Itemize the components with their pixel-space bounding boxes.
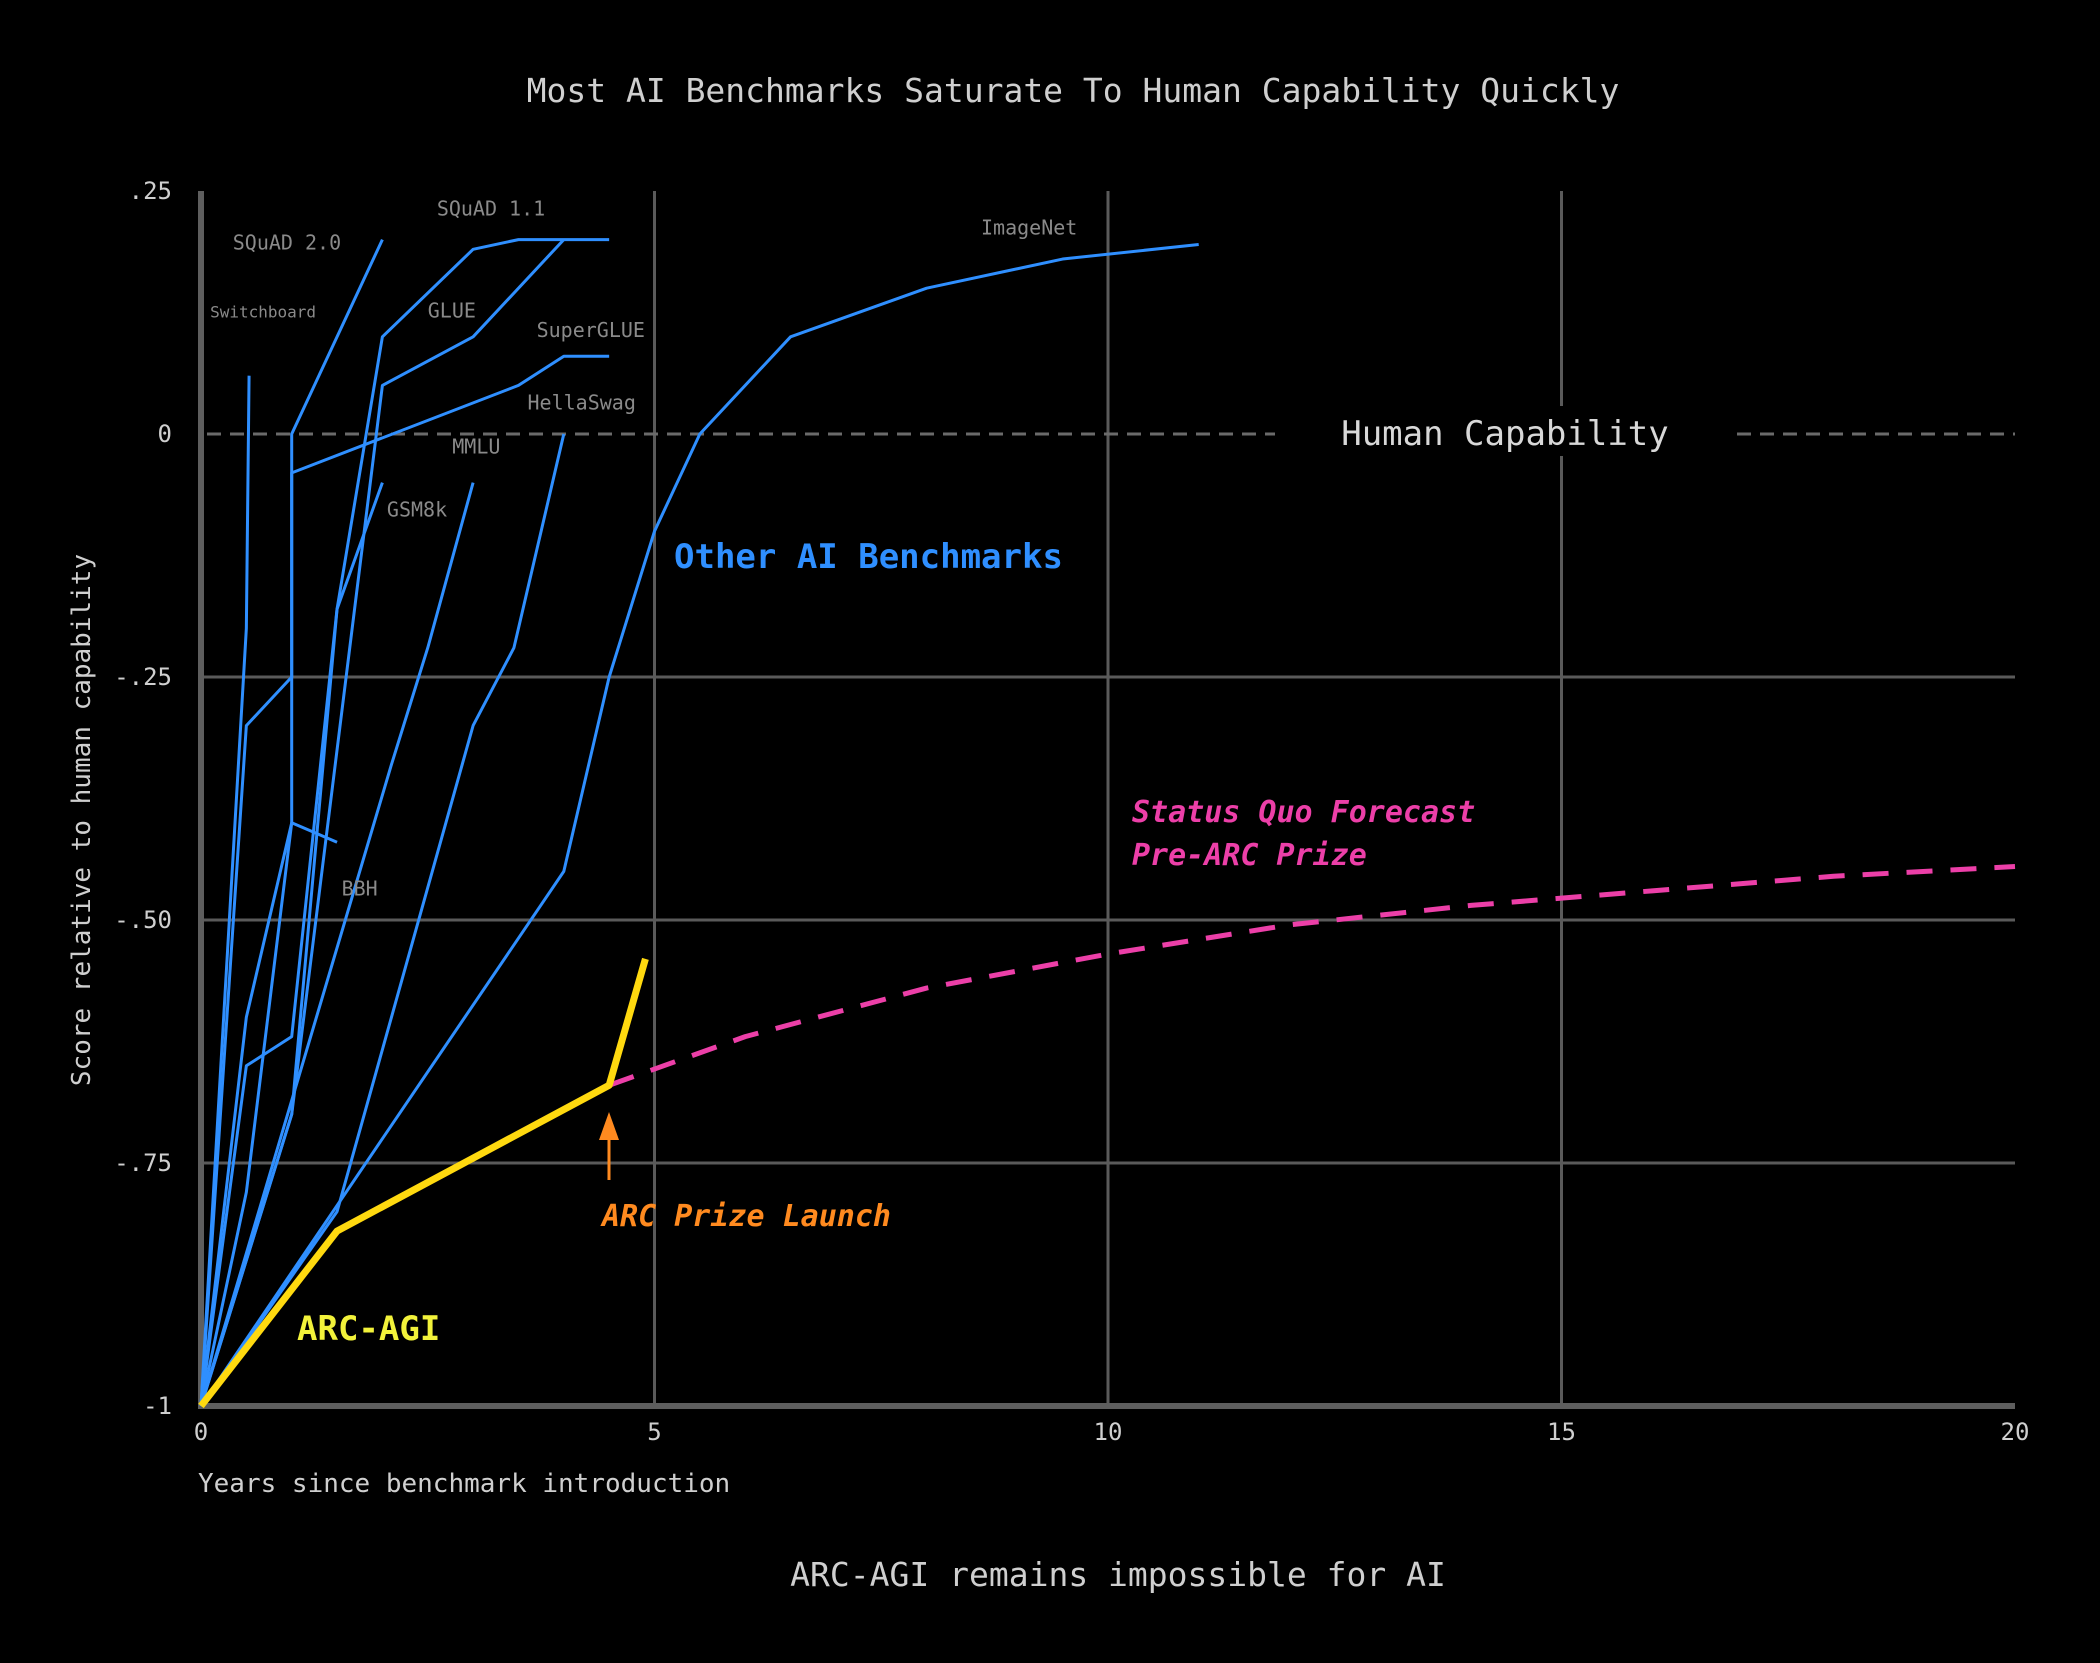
chart-title: Most AI Benchmarks Saturate To Human Cap… [527,71,1620,110]
tick-labels: 0 5 10 15 20 .25 0 -.25 -.50 -.75 -1 [114,177,2029,1446]
x-tick-label: 20 [2001,1418,2030,1446]
x-tick-label: 5 [647,1418,661,1446]
series-line-switchboard [199,375,251,1407]
series-label: SQuAD 1.1 [437,196,545,220]
other-benchmarks-label: Other AI Benchmarks [674,537,1063,577]
series-label: BBH [342,877,378,901]
x-tick-label: 15 [1547,1418,1576,1446]
x-tick-label: 0 [194,1418,208,1446]
x-tick-label: 10 [1094,1418,1123,1446]
chart: Most AI Benchmarks Saturate To Human Cap… [67,71,2029,1594]
series-label: Switchboard [210,302,316,321]
y-tick-label: 0 [158,420,172,448]
arrow-up-icon [599,1112,619,1180]
y-tick-label: -.25 [114,663,172,691]
arc-prize-launch-label: ARC Prize Launch [600,1199,891,1234]
series-label: MMLU [452,434,500,458]
grid [201,191,2015,1406]
y-tick-label: .25 [129,177,172,205]
series-label: HellaSwag [528,391,636,415]
series-label: ImageNet [981,216,1077,240]
human-capability-label: Human Capability [1341,414,1669,454]
y-axis-label: Score relative to human capability [67,554,97,1086]
series-label: GLUE [428,298,476,322]
x-axis-label: Years since benchmark introduction [198,1469,730,1499]
y-tick-label: -1 [143,1392,172,1420]
series-label: SuperGLUE [537,318,645,342]
forecast-label-line2: Pre-ARC Prize [1132,838,1367,873]
y-tick-label: -.50 [114,906,172,934]
series-label: SQuAD 2.0 [233,230,341,254]
arc-agi-label: ARC-AGI [297,1309,440,1349]
y-tick-label: -.75 [114,1149,172,1177]
forecast-label-line1: Status Quo Forecast [1132,795,1475,830]
chart-caption: ARC-AGI remains impossible for AI [790,1555,1446,1594]
series-line-status-quo-forecast-pre-arc-prize [608,864,2016,1088]
series-label: GSM8k [387,498,447,522]
